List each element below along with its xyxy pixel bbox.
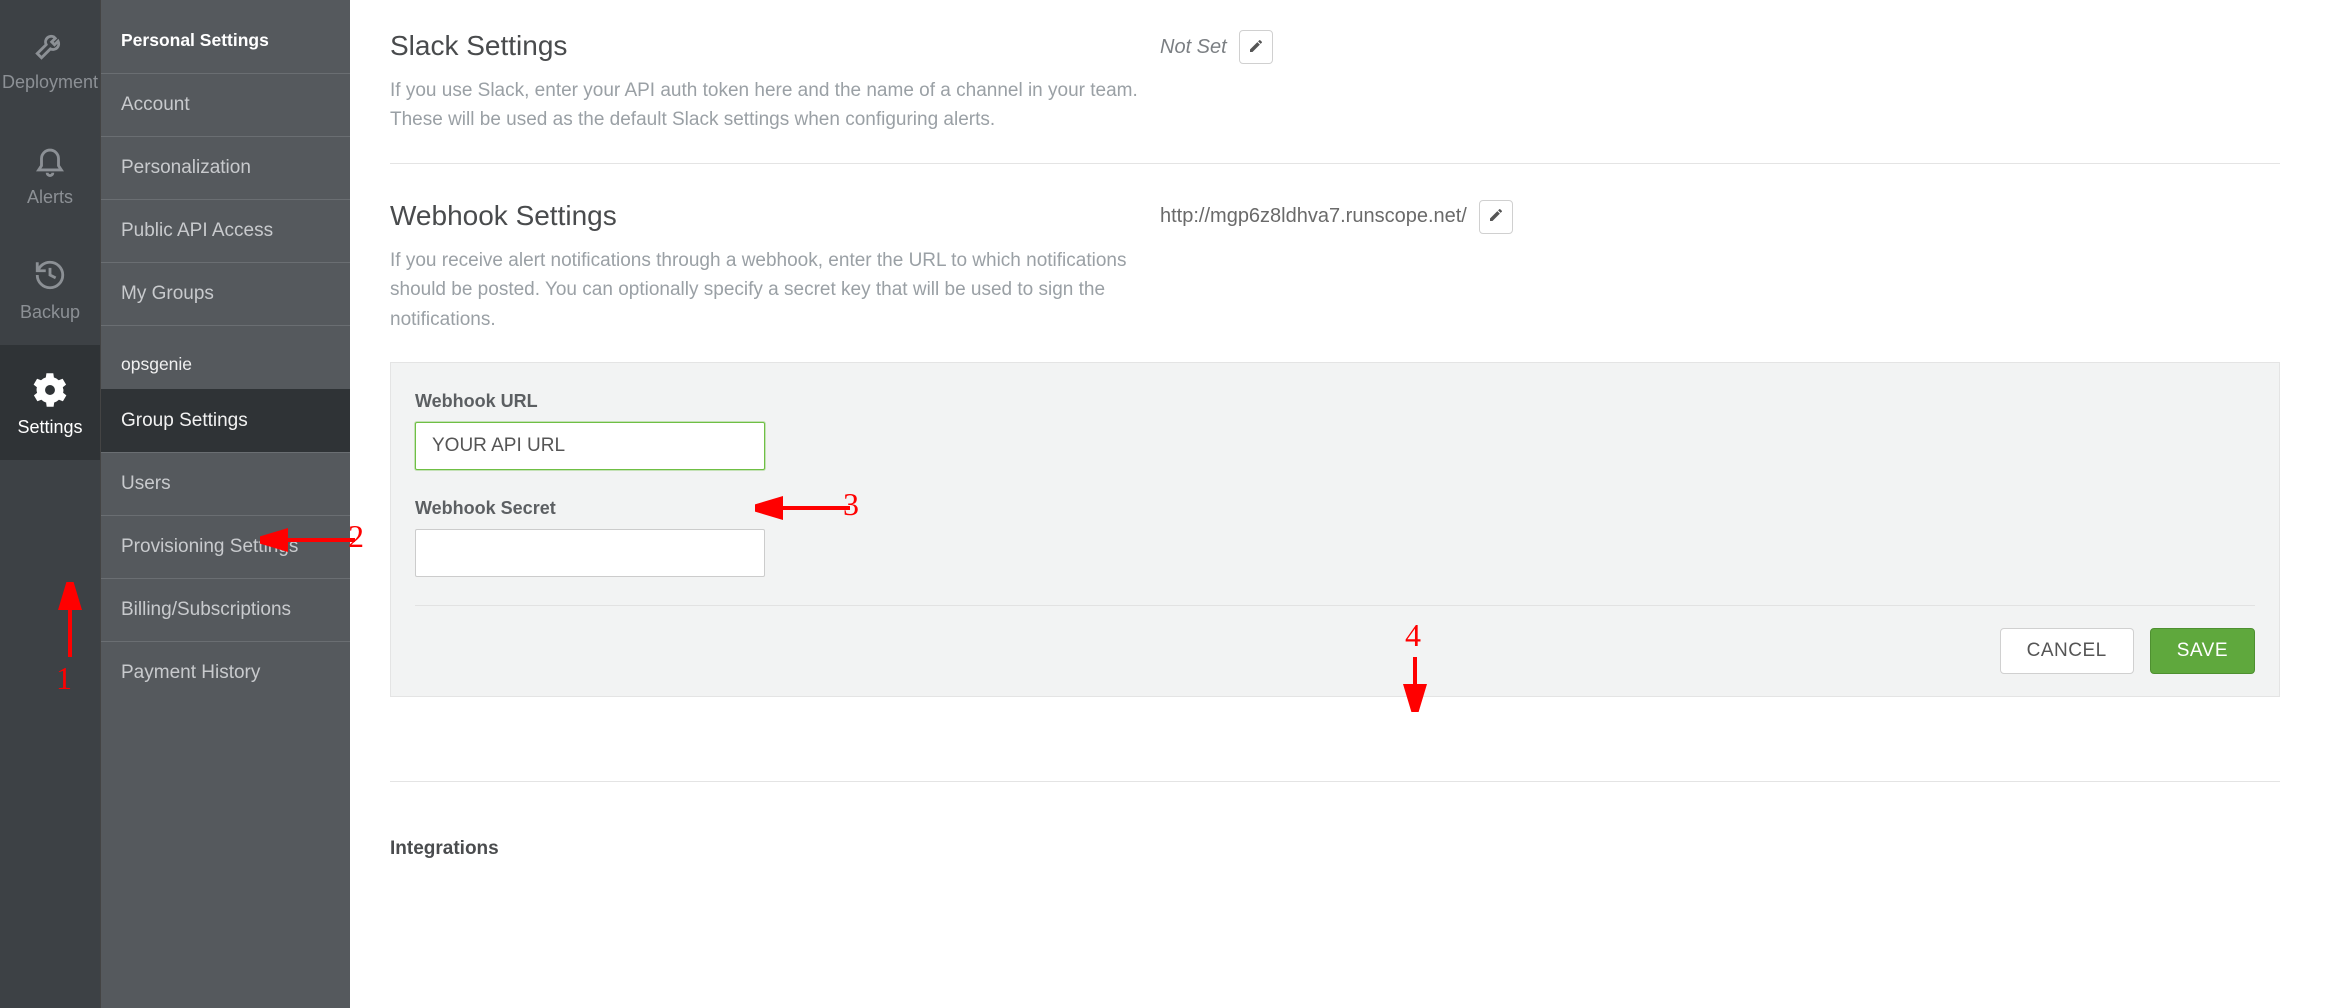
sidemenu-item-group-settings[interactable]: Group Settings: [101, 389, 350, 452]
sidemenu-group-name: opsgenie: [101, 325, 350, 389]
cancel-button[interactable]: CANCEL: [2000, 628, 2134, 674]
sidemenu-item-public-api[interactable]: Public API Access: [101, 199, 350, 262]
section-slack: Slack Settings If you use Slack, enter y…: [390, 0, 2280, 163]
gear-icon: [0, 373, 100, 407]
sidemenu-item-payment-history[interactable]: Payment History: [101, 641, 350, 704]
sidemenu-item-provisioning[interactable]: Provisioning Settings: [101, 515, 350, 578]
slack-desc: If you use Slack, enter your API auth to…: [390, 76, 1160, 135]
save-button[interactable]: SAVE: [2150, 628, 2255, 674]
webhook-url-input[interactable]: [415, 422, 765, 470]
rail-item-deployment[interactable]: Deployment: [0, 0, 100, 115]
webhook-url-label: Webhook URL: [415, 391, 2255, 412]
pencil-icon: [1488, 207, 1504, 226]
rail-item-alerts[interactable]: Alerts: [0, 115, 100, 230]
slack-heading: Slack Settings: [390, 30, 1160, 62]
sidemenu-item-personalization[interactable]: Personalization: [101, 136, 350, 199]
left-rail: Deployment Alerts Backup: [0, 0, 100, 1008]
webhook-secret-label: Webhook Secret: [415, 498, 2255, 519]
section-webhook: Webhook Settings If you receive alert no…: [390, 163, 2280, 725]
bell-icon: [0, 143, 100, 177]
rail-label-backup: Backup: [0, 302, 100, 323]
webhook-secret-input[interactable]: [415, 529, 765, 577]
webhook-desc: If you receive alert notifications throu…: [390, 246, 1160, 334]
section-integrations: Integrations: [390, 781, 2280, 860]
webhook-edit-button[interactable]: [1479, 200, 1513, 234]
rail-label-settings: Settings: [0, 417, 100, 438]
webhook-heading: Webhook Settings: [390, 200, 1160, 232]
rail-label-deployment: Deployment: [0, 72, 100, 93]
integrations-heading: Integrations: [390, 838, 2280, 860]
pencil-icon: [1248, 38, 1264, 57]
sidemenu-item-users[interactable]: Users: [101, 452, 350, 515]
sidemenu-item-billing[interactable]: Billing/Subscriptions: [101, 578, 350, 641]
history-icon: [0, 258, 100, 292]
slack-status: Not Set: [1160, 36, 1227, 59]
rail-item-backup[interactable]: Backup: [0, 230, 100, 345]
side-menu: Personal Settings Account Personalizatio…: [100, 0, 350, 1008]
sidemenu-item-account[interactable]: Account: [101, 73, 350, 136]
rail-label-alerts: Alerts: [0, 187, 100, 208]
main-content: Slack Settings If you use Slack, enter y…: [350, 0, 2330, 1008]
slack-edit-button[interactable]: [1239, 30, 1273, 64]
sidemenu-header-personal: Personal Settings: [101, 0, 350, 73]
rail-item-settings[interactable]: Settings: [0, 345, 100, 460]
webhook-current-url: http://mgp6z8ldhva7.runscope.net/: [1160, 205, 1467, 228]
wrench-icon: [0, 28, 100, 62]
sidemenu-item-my-groups[interactable]: My Groups: [101, 262, 350, 325]
webhook-form-panel: Webhook URL Webhook Secret CANCEL SAVE: [390, 362, 2280, 697]
